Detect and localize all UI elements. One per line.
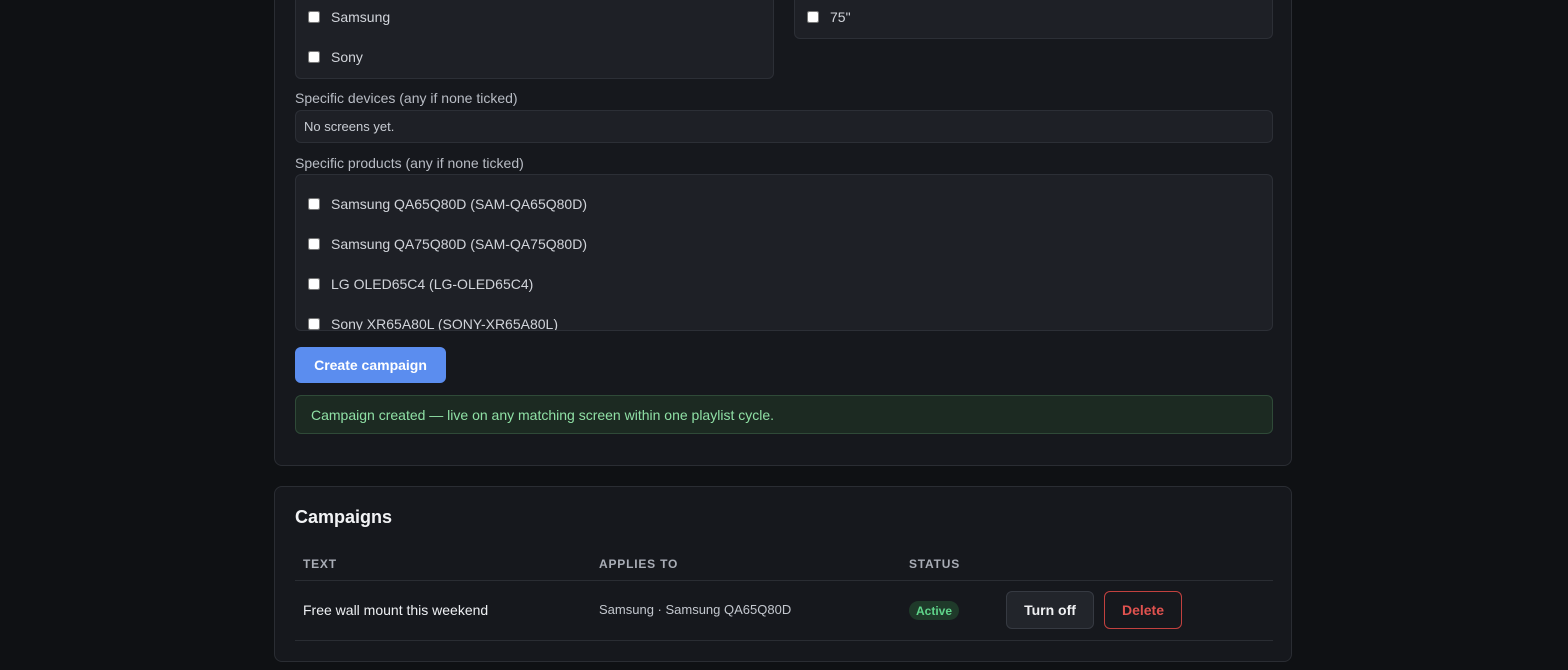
brand-option-label: Samsung <box>331 9 391 25</box>
brand-checkbox-samsung[interactable] <box>308 11 320 23</box>
size-checkbox-75[interactable] <box>807 11 819 23</box>
devices-label: Specific devices (any if none ticked) <box>295 90 518 106</box>
column-header-text: TEXT <box>303 557 337 571</box>
column-header-status: STATUS <box>909 557 961 571</box>
campaign-applies-to: Samsung · Samsung QA65Q80D <box>599 602 792 617</box>
product-option-label: LG OLED65C4 (LG-OLED65C4) <box>331 276 534 292</box>
size-filter-box <box>794 0 1273 39</box>
product-checkbox[interactable] <box>308 278 320 290</box>
campaigns-title: Campaigns <box>295 507 393 527</box>
turn-off-button[interactable]: Turn off <box>1006 591 1094 629</box>
create-campaign-button[interactable]: Create campaign <box>295 347 446 383</box>
table-row-divider <box>295 640 1273 641</box>
status-badge: Active <box>909 601 960 620</box>
delete-button[interactable]: Delete <box>1104 591 1182 629</box>
product-checkbox[interactable] <box>308 318 320 330</box>
success-message: Campaign created — live on any matching … <box>311 406 775 423</box>
devices-empty-text: No screens yet. <box>304 119 395 134</box>
campaigns-card <box>274 486 1292 662</box>
product-option-label: Sony XR65A80L (SONY-XR65A80L) <box>331 316 558 331</box>
product-checkbox[interactable] <box>308 238 320 250</box>
success-alert: Campaign created — live on any matching … <box>295 395 1273 434</box>
table-header-divider <box>295 580 1273 581</box>
products-list-box[interactable]: Samsung QA65Q80D (SAM-QA65Q80D) Samsung … <box>295 174 1273 331</box>
product-option-label: Samsung QA75Q80D (SAM-QA75Q80D) <box>331 236 587 252</box>
brand-option-label: Sony <box>331 49 363 65</box>
size-option-label: 75" <box>830 9 851 25</box>
product-checkbox[interactable] <box>308 198 320 210</box>
product-option-label: Samsung QA65Q80D (SAM-QA65Q80D) <box>331 196 587 212</box>
products-label: Specific products (any if none ticked) <box>295 155 524 171</box>
devices-list-box <box>295 110 1273 143</box>
brand-checkbox-sony[interactable] <box>308 51 320 63</box>
campaign-text: Free wall mount this weekend <box>303 602 489 618</box>
column-header-applies-to: APPLIES TO <box>599 557 679 571</box>
